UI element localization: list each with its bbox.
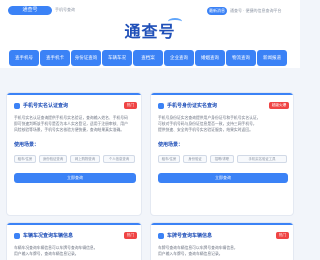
query-button[interactable]: 立即查询 [158,173,288,183]
hot-badge: 热门 [124,232,137,239]
car-icon [158,233,164,239]
card-title[interactable]: 车辆车况查询车辆信息 [23,232,73,239]
nav-item-logistics[interactable]: 物流查询 [226,50,256,66]
card-description: 车辆车况查询车辆信息可以车牌号查询车辆信息， 用户输入车牌号，查询车辆信息记录。 [14,245,98,257]
nav-item-marriage[interactable]: 婚姻查询 [195,50,225,66]
card-title[interactable]: 车牌号查询车辆信息 [167,232,212,239]
card-description: 车牌号查询车辆信息可以车牌号查询车辆信息， 用户输入车牌号，查询车辆信息记录。 [158,245,238,257]
scene-tag: 招聘/求职 [210,155,234,163]
desc-line: 用户输入车牌号，查询车辆信息记录。 [14,252,79,256]
card-description: 手机号身份证实名查询提供用户身份证号和手机号实名认证， 可核对手机号码与身份证信… [158,115,261,133]
query-button[interactable]: 立即查询 [14,173,136,183]
logo-pill[interactable]: 通查号 [8,6,52,15]
nav-item-vehicle[interactable]: 车辆车况 [102,50,132,66]
card-accent-bar [7,223,141,225]
id-card-icon [158,103,164,109]
desc-line: 风险核验等场景，手机号实名核验方便快捷，查询结果真实准确。 [14,128,125,132]
card-title[interactable]: 手机号身份证实名查询 [167,102,217,109]
nav-item-company[interactable]: 企业查询 [164,50,194,66]
hot-badge: 热门 [124,102,137,109]
scene-tag: 身份验证查询 [39,155,67,163]
phone-icon [14,103,20,109]
service-card-vehicle-status: 车辆车况查询车辆信息 热门 车辆车况查询车辆信息可以车牌号查询车辆信息， 用户输… [6,222,142,260]
service-card-phone-id: 手机号身份证实名查询 超级火爆 手机号身份证实名查询提供用户身份证号和手机号实名… [150,92,294,216]
car-icon [14,233,20,239]
card-description: 手机号实名认证查询提供手机号实名验证，查询输入姓名、手机号码 即可快速判断该手机… [14,115,128,133]
scenes-title: 使用场景： [158,142,184,148]
nav-item-id-card[interactable]: 身份证查询 [71,50,101,66]
scene-tag: 手机实名验证工具 [237,155,287,163]
card-title[interactable]: 手机号实名认证查询 [23,102,68,109]
desc-line: 用户输入车牌号，查询车辆信息记录。 [158,252,223,256]
logo-subtitle: 手机号查询 [55,7,75,12]
brand-swoosh-icon [168,18,182,25]
service-card-phone-realname: 手机号实名认证查询 热门 手机号实名认证查询提供手机号实名验证，查询输入姓名、手… [6,92,142,216]
desc-line: 提供快速、安全的手机号实名验证服务，结果实时返回。 [158,128,253,132]
service-card-plate-lookup: 车牌号查询车辆信息 热门 车牌号查询车辆信息可以车牌号查询车辆信息， 用户输入车… [150,222,294,260]
scene-tag: 网上购物查询 [70,155,100,163]
nav-item-news[interactable]: 新闻报道 [257,50,287,66]
nav-item-archive[interactable]: 查档案 [133,50,163,66]
nav-item-phone-card[interactable]: 查手机卡 [40,50,70,66]
notice-badge: 最新消息 [207,7,227,15]
hot-badge: 热门 [276,232,289,239]
main-nav: 查手机号 查手机卡 身份证查询 车辆车况 查档案 企业查询 婚姻查询 物流查询 … [0,47,300,69]
scene-tag: 个人信息查询 [103,155,135,163]
scenes-title: 使用场景： [14,142,40,148]
card-accent-bar [7,93,141,95]
scene-tag: 租车/住房 [14,155,36,163]
notice-text[interactable]: 通查号 · 便捷的信息查询平台 [230,8,282,14]
scene-tag: 身份验证 [183,155,207,163]
card-accent-bar [151,93,293,95]
nav-item-phone[interactable]: 查手机号 [9,50,39,66]
card-accent-bar [151,223,293,225]
super-hot-badge: 超级火爆 [269,102,289,109]
scene-tag: 租车/住房 [158,155,180,163]
